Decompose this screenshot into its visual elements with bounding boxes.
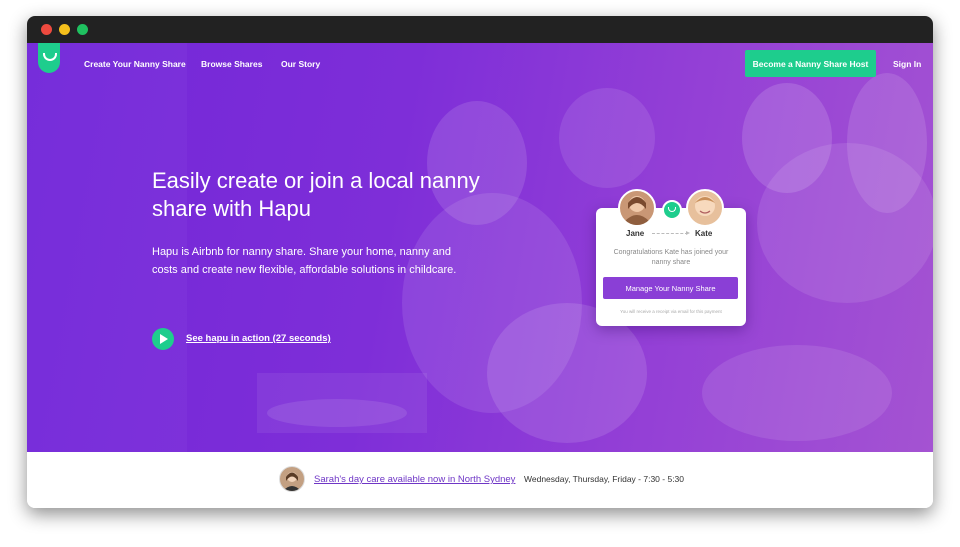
jane-avatar (618, 189, 656, 227)
left-name: Jane (626, 229, 645, 238)
close-window-button[interactable] (41, 24, 52, 35)
sarah-avatar (279, 466, 305, 492)
window-titlebar (27, 16, 933, 43)
manage-nanny-share-button[interactable]: Manage Your Nanny Share (603, 277, 738, 299)
video-link[interactable]: See hapu in action (27 seconds) (186, 333, 331, 344)
card-note: You will receive a receipt via email for… (620, 309, 722, 314)
card-message: Congratulations Kate has joined your nan… (613, 249, 729, 266)
play-icon[interactable] (152, 328, 174, 350)
right-name: Kate (695, 229, 713, 238)
sign-in-link[interactable]: Sign In (893, 59, 921, 69)
nav-our-story[interactable]: Our Story (281, 59, 320, 69)
share-card: Jane Kate Congratulations Kate has joine… (596, 189, 746, 326)
top-navigation: Create Your Nanny Share Browse Shares Ou… (27, 43, 933, 88)
hero-headline: Easily create or join a local nanny shar… (152, 168, 480, 221)
become-host-button[interactable]: Become a Nanny Share Host (745, 50, 876, 77)
kate-avatar (686, 189, 724, 227)
hero-subtext: Hapu is Airbnb for nanny share. Share yo… (152, 246, 457, 276)
hapu-logo-icon[interactable] (38, 43, 60, 73)
maximize-window-button[interactable] (77, 24, 88, 35)
daycare-link[interactable]: Sarah's day care available now in North … (314, 474, 515, 485)
browser-window: Create Your Nanny Share Browse Shares Ou… (27, 16, 933, 508)
hero-section: Create Your Nanny Share Browse Shares Ou… (27, 43, 933, 452)
daycare-hours: Wednesday, Thursday, Friday - 7:30 - 5:3… (524, 474, 685, 484)
minimize-window-button[interactable] (59, 24, 70, 35)
arrow-head-icon (686, 231, 690, 235)
hapu-badge-icon (662, 200, 682, 220)
nav-browse-shares[interactable]: Browse Shares (201, 59, 262, 69)
nav-create-nanny-share[interactable]: Create Your Nanny Share (84, 59, 186, 69)
availability-bar: Sarah's day care available now in North … (27, 452, 933, 508)
arrow-icon (652, 233, 688, 234)
